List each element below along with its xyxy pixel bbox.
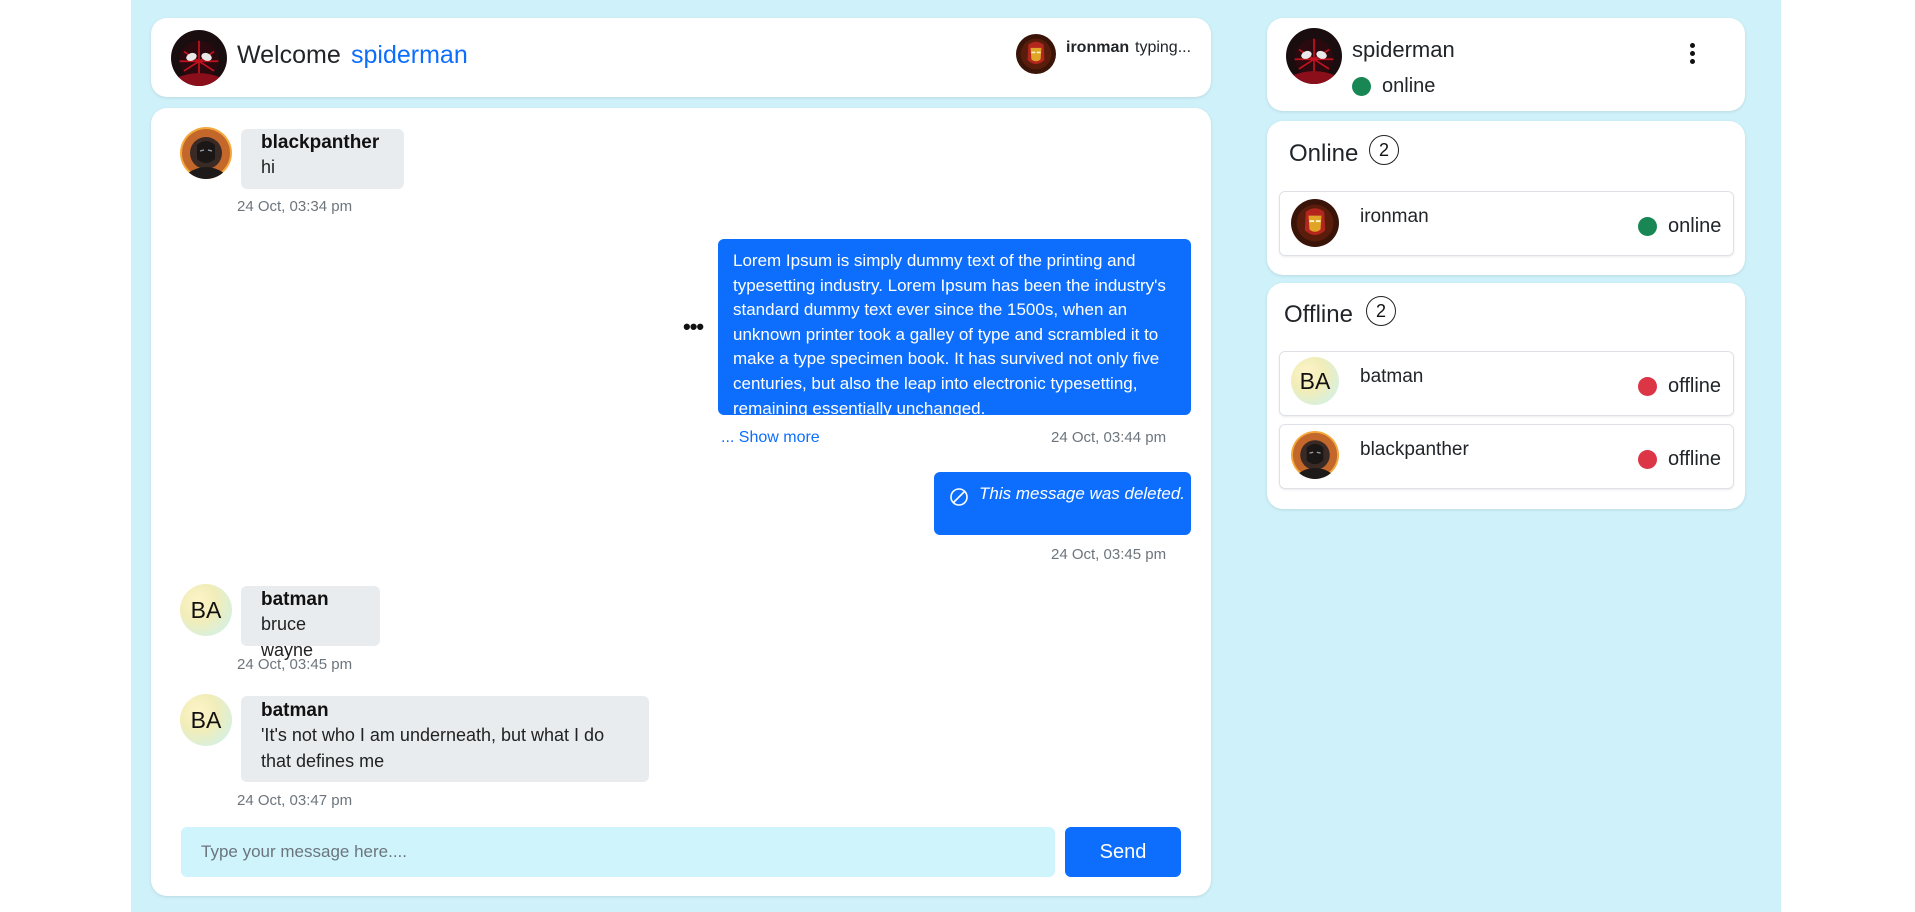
sender-avatar: BA [180, 694, 232, 746]
message-timestamp: 24 Oct, 03:34 pm [237, 198, 353, 215]
user-name: ironman [1360, 206, 1429, 227]
message-sender: batman [261, 589, 329, 610]
incoming-message-bubble: batman bruce wayne [241, 586, 380, 660]
user-status: online [1668, 215, 1722, 237]
message-sender: batman [261, 700, 329, 721]
offline-count-badge: 2 [1366, 296, 1396, 326]
offline-status-dot [1638, 377, 1657, 396]
online-section-title: Online [1289, 140, 1359, 167]
header-username: spiderman [351, 41, 468, 69]
current-user-avatar [171, 30, 227, 86]
user-status: offline [1668, 448, 1722, 470]
message-sender: blackpanther [261, 132, 380, 153]
user-row-batman[interactable] [1279, 351, 1734, 416]
kebab-menu-icon[interactable] [1688, 43, 1696, 65]
offline-status-dot [1638, 450, 1657, 469]
online-count-badge: 2 [1369, 135, 1399, 165]
message-text: hi [261, 157, 276, 177]
user-row-ironman[interactable] [1279, 191, 1734, 256]
user-avatar: BA [1291, 357, 1339, 405]
offline-section-title: Offline [1284, 301, 1353, 328]
incoming-message-bubble: blackpanther hi [241, 129, 404, 189]
user-name: batman [1360, 366, 1424, 387]
typing-user-name: ironman [1066, 39, 1130, 56]
outgoing-message-bubble: Lorem Ipsum is simply dummy text of the … [718, 239, 1191, 415]
user-row-blackpanther[interactable] [1279, 424, 1734, 489]
online-status-dot [1352, 77, 1371, 96]
profile-avatar [1286, 28, 1342, 84]
user-name: blackpanther [1360, 439, 1469, 460]
online-status-dot [1638, 217, 1657, 236]
user-avatar [1291, 199, 1339, 247]
message-timestamp: 24 Oct, 03:47 pm [237, 792, 353, 809]
deleted-message-bubble: This message was deleted. [934, 472, 1191, 535]
message-timestamp: 24 Oct, 03:44 pm [1051, 429, 1167, 446]
user-status: offline [1668, 375, 1722, 397]
sender-avatar [180, 127, 232, 179]
show-more-link[interactable]: ... Show more [721, 429, 820, 447]
block-icon [950, 488, 968, 506]
profile-name: spiderman [1352, 37, 1455, 62]
profile-status: online [1382, 75, 1436, 97]
more-horizontal-icon[interactable]: ••• [683, 314, 704, 340]
message-input[interactable] [181, 827, 1055, 877]
message-timestamp: 24 Oct, 03:45 pm [237, 656, 353, 673]
incoming-message-bubble: batman 'It's not who I am underneath, bu… [241, 696, 649, 782]
message-text: 'It's not who I am underneath, but what … [261, 725, 605, 771]
user-avatar [1291, 431, 1339, 479]
message-timestamp: 24 Oct, 03:45 pm [1051, 546, 1167, 563]
typing-indicator: typing... [1135, 39, 1192, 56]
typing-user-avatar [1016, 34, 1056, 74]
sender-avatar: BA [180, 584, 232, 636]
message-text: This message was deleted. [979, 484, 1185, 503]
message-text: Lorem Ipsum is simply dummy text of the … [733, 251, 1166, 415]
send-button[interactable]: Send [1065, 827, 1181, 877]
welcome-label: Welcome [237, 41, 341, 69]
